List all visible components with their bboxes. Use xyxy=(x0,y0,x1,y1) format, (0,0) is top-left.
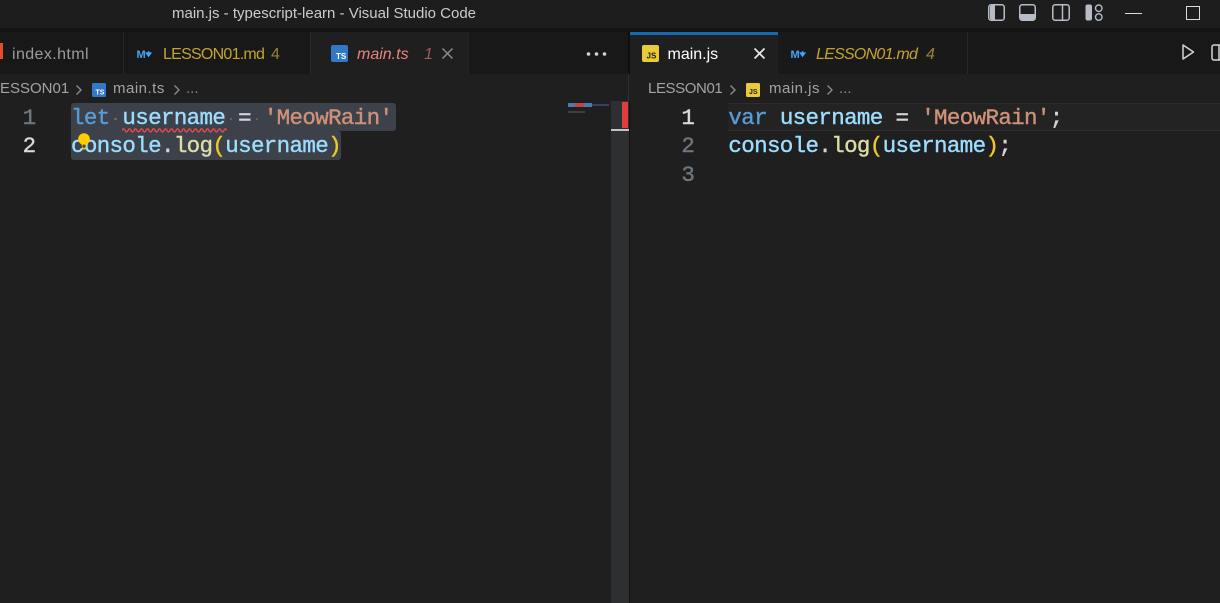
svg-text:TS: TS xyxy=(96,89,105,96)
svg-text:JS: JS xyxy=(646,52,656,61)
svg-text:JS: JS xyxy=(749,89,758,96)
svg-text:M: M xyxy=(791,49,800,59)
svg-text:TS: TS xyxy=(336,52,347,61)
svg-text:M: M xyxy=(137,49,146,59)
